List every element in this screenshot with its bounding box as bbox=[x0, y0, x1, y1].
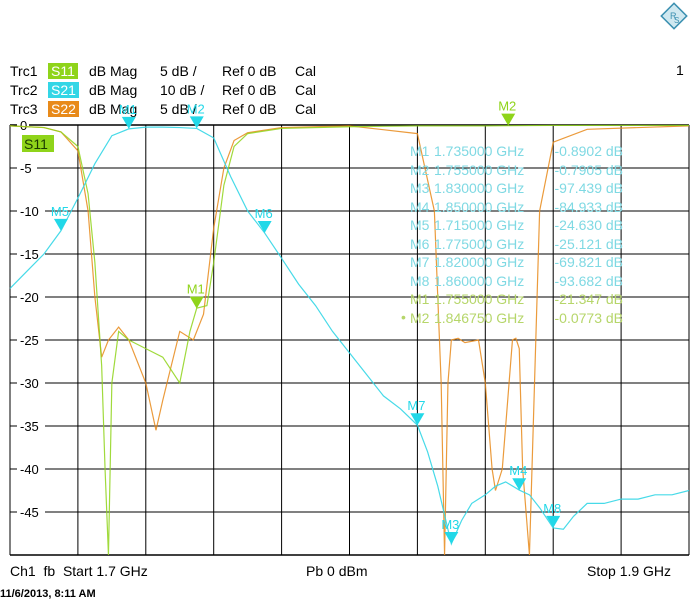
marker-table-id[interactable]: M3 bbox=[410, 180, 429, 196]
marker-table-frequency: 1.830000 GHz bbox=[434, 180, 525, 196]
y-tick-label: -30 bbox=[20, 376, 39, 391]
marker-table-id[interactable]: M7 bbox=[410, 254, 429, 270]
y-tick-label: 0 bbox=[20, 118, 27, 133]
marker-table-id[interactable]: M6 bbox=[410, 236, 429, 252]
marker-triangle-m2[interactable] bbox=[501, 113, 516, 126]
channel-label: Ch1 fb Start 1.7 GHz bbox=[10, 563, 148, 579]
marker-table-value: -0.8902 dB bbox=[554, 143, 624, 159]
marker-table-value: -24.630 dB bbox=[554, 217, 624, 233]
stop-frequency: Stop 1.9 GHz bbox=[587, 563, 672, 579]
marker-table-value: -0.0773 dB bbox=[554, 309, 624, 326]
marker-table-value: -69.821 dB bbox=[554, 254, 624, 270]
y-tick-label: -35 bbox=[20, 419, 39, 434]
marker-label: M1 bbox=[119, 102, 137, 117]
marker-table-frequency: 1.715000 GHz bbox=[434, 217, 525, 233]
power-level: Pb 0 dBm bbox=[306, 563, 368, 579]
marker-table-frequency: 1.860000 GHz bbox=[434, 272, 525, 289]
marker-table-frequency: 1.755000 GHz bbox=[434, 291, 525, 307]
marker-table-id[interactable]: M5 bbox=[410, 217, 429, 233]
marker-table-frequency: 1.846750 GHz bbox=[434, 309, 525, 326]
marker-label: M2 bbox=[498, 99, 516, 114]
y-tick-label: -25 bbox=[20, 333, 39, 348]
marker-table-id[interactable]: M4 bbox=[410, 199, 429, 215]
start-frequency: Start 1.7 GHz bbox=[62, 563, 148, 579]
marker-label: M7 bbox=[407, 398, 425, 413]
marker-triangle-m5[interactable] bbox=[53, 218, 68, 231]
marker-table-value: -25.121 dB bbox=[554, 235, 624, 252]
marker-triangle-m2[interactable] bbox=[189, 116, 204, 129]
marker-table-value: -84.933 dB bbox=[554, 198, 624, 215]
marker-label: M4 bbox=[509, 463, 527, 478]
marker-table-value: -0.7905 dB bbox=[554, 161, 624, 178]
marker-triangle-m8[interactable] bbox=[546, 515, 561, 528]
marker-triangle-m7[interactable] bbox=[410, 413, 425, 426]
marker-table-frequency: 1.850000 GHz bbox=[434, 198, 525, 215]
active-trace-label: S11 bbox=[24, 136, 48, 152]
timestamp: 11/6/2013, 8:11 AM bbox=[0, 588, 96, 600]
marker-label: M2 bbox=[187, 101, 205, 116]
y-tick-label: -10 bbox=[20, 204, 39, 219]
marker-table-id[interactable]: M1 bbox=[410, 143, 429, 159]
y-tick-label: -40 bbox=[20, 462, 39, 477]
marker-label: M8 bbox=[543, 501, 561, 516]
marker-table-value: -21.347 dB bbox=[554, 291, 624, 307]
marker-table-frequency: 1.755000 GHz bbox=[434, 161, 525, 178]
y-tick-label: -5 bbox=[20, 161, 32, 176]
marker-table-value: -93.682 dB bbox=[554, 272, 624, 289]
marker-label: M1 bbox=[187, 282, 205, 297]
y-tick-label: -20 bbox=[20, 290, 39, 305]
y-tick-label: -45 bbox=[20, 505, 39, 520]
marker-label: M5 bbox=[51, 204, 69, 219]
y-tick-label: -15 bbox=[20, 247, 39, 262]
marker-table-value: -97.439 dB bbox=[554, 180, 624, 196]
marker-table-id[interactable]: M2 bbox=[410, 162, 429, 178]
marker-triangle-m3[interactable] bbox=[444, 531, 459, 544]
marker-label: M3 bbox=[441, 517, 459, 532]
marker-table-frequency: 1.735000 GHz bbox=[434, 143, 525, 159]
marker-table-frequency: 1.820000 GHz bbox=[434, 254, 525, 270]
marker-table-id[interactable]: M1 bbox=[410, 291, 429, 307]
marker-table-frequency: 1.775000 GHz bbox=[434, 235, 525, 252]
active-marker-dot: • bbox=[401, 308, 406, 325]
marker-label: M6 bbox=[255, 206, 273, 221]
marker-table-id[interactable]: M8 bbox=[410, 273, 429, 289]
marker-table-id[interactable]: M2 bbox=[410, 310, 429, 326]
marker-triangle-m1[interactable] bbox=[121, 116, 136, 129]
